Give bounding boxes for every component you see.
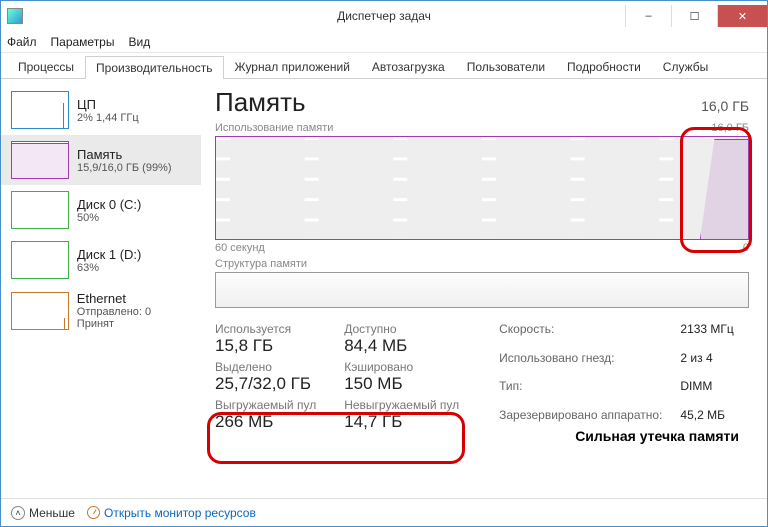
- sidebar-item-sub: 63%: [77, 262, 141, 274]
- memory-usage-chart[interactable]: [215, 136, 749, 240]
- taskmgr-window: Диспетчер задач – ☐ ✕ Файл Параметры Вид…: [0, 0, 768, 527]
- sidebar: ЦП 2% 1,44 ГГц Память 15,9/16,0 ГБ (99%)…: [1, 79, 201, 498]
- stat-used-label: Используется: [215, 322, 316, 336]
- stat-used-value: 15,8 ГБ: [215, 336, 316, 356]
- sidebar-item-label: Диск 0 (C:): [77, 197, 141, 212]
- stat-paged-label: Выгружаемый пул: [215, 398, 316, 412]
- app-icon: [7, 8, 23, 24]
- sidebar-item-label: ЦП: [77, 97, 139, 112]
- info-speed-value: 2133 МГц: [680, 322, 733, 347]
- chart-grid: [216, 137, 748, 239]
- fewer-details-button[interactable]: ˄ Меньше: [11, 506, 75, 520]
- disk-thumb-icon: [11, 191, 69, 229]
- tabs: Процессы Производительность Журнал прило…: [1, 53, 767, 79]
- tab-users[interactable]: Пользователи: [456, 55, 556, 78]
- minimize-button[interactable]: –: [625, 5, 671, 27]
- tab-processes[interactable]: Процессы: [7, 55, 85, 78]
- info-speed-label: Скорость:: [499, 322, 662, 347]
- stat-commit-value: 25,7/32,0 ГБ: [215, 374, 316, 394]
- usage-chart-label: Использование памяти: [215, 122, 333, 134]
- usage-chart-max: 16,0 ГБ: [711, 122, 749, 134]
- stat-avail-label: Доступно: [344, 322, 459, 336]
- sidebar-item-disk1[interactable]: Диск 1 (D:) 63%: [1, 235, 201, 285]
- menu-file[interactable]: Файл: [7, 35, 37, 49]
- maximize-button[interactable]: ☐: [671, 5, 717, 27]
- sidebar-item-sub: 15,9/16,0 ГБ (99%): [77, 162, 172, 174]
- sidebar-item-label: Память: [77, 147, 172, 162]
- struct-label: Структура памяти: [215, 258, 749, 270]
- info-type-value: DIMM: [680, 379, 733, 404]
- sidebar-item-ethernet[interactable]: Ethernet Отправлено: 0 Принят: [1, 285, 201, 336]
- disk-thumb-icon: [11, 241, 69, 279]
- chart-timespan: 60 секунд: [215, 242, 265, 254]
- tab-startup[interactable]: Автозагрузка: [361, 55, 456, 78]
- resource-monitor-label: Открыть монитор ресурсов: [104, 506, 256, 520]
- sidebar-item-disk0[interactable]: Диск 0 (C:) 50%: [1, 185, 201, 235]
- tab-performance[interactable]: Производительность: [85, 56, 223, 79]
- sidebar-item-sub: 50%: [77, 212, 141, 224]
- info-slots-value: 2 из 4: [680, 351, 733, 376]
- menu-options[interactable]: Параметры: [51, 35, 115, 49]
- memory-composition-chart[interactable]: [215, 272, 749, 308]
- sidebar-item-label: Ethernet: [77, 291, 191, 306]
- stats-block: Используется15,8 ГБ Доступно84,4 МБ Выде…: [215, 322, 749, 432]
- main-panel: Память 16,0 ГБ Использование памяти 16,0…: [201, 79, 767, 498]
- annotation-text: Сильная утечка памяти: [575, 428, 739, 444]
- memory-thumb-icon: [11, 141, 69, 179]
- ethernet-thumb-icon: [11, 292, 69, 330]
- stat-commit-label: Выделено: [215, 360, 316, 374]
- stat-avail-value: 84,4 МБ: [344, 336, 459, 356]
- tab-details[interactable]: Подробности: [556, 55, 652, 78]
- stat-cached-value: 150 МБ: [344, 374, 459, 394]
- sidebar-item-memory[interactable]: Память 15,9/16,0 ГБ (99%): [1, 135, 201, 185]
- info-type-label: Тип:: [499, 379, 662, 404]
- stat-paged-value: 266 МБ: [215, 412, 316, 432]
- content: ЦП 2% 1,44 ГГц Память 15,9/16,0 ГБ (99%)…: [1, 79, 767, 498]
- sidebar-item-sub: Отправлено: 0 Принят: [77, 306, 191, 330]
- stat-nonpaged-value: 14,7 ГБ: [344, 412, 459, 432]
- info-slots-label: Использовано гнезд:: [499, 351, 662, 376]
- menu-view[interactable]: Вид: [128, 35, 150, 49]
- tab-app-history[interactable]: Журнал приложений: [224, 55, 361, 78]
- window-title: Диспетчер задач: [337, 9, 431, 23]
- chart-timespan-end: 0: [743, 242, 749, 254]
- sidebar-item-label: Диск 1 (D:): [77, 247, 141, 262]
- close-button[interactable]: ✕: [717, 5, 767, 27]
- sidebar-item-cpu[interactable]: ЦП 2% 1,44 ГГц: [1, 85, 201, 135]
- chevron-up-icon: ˄: [11, 506, 25, 520]
- stat-cached-label: Кэшировано: [344, 360, 459, 374]
- page-title: Память: [215, 87, 306, 118]
- tab-services[interactable]: Службы: [652, 55, 719, 78]
- statusbar: ˄ Меньше Открыть монитор ресурсов: [1, 498, 767, 526]
- memory-total: 16,0 ГБ: [701, 98, 749, 114]
- resource-monitor-icon: [87, 506, 100, 519]
- fewer-details-label: Меньше: [29, 506, 75, 520]
- resource-monitor-link[interactable]: Открыть монитор ресурсов: [87, 506, 256, 520]
- menubar: Файл Параметры Вид: [1, 31, 767, 53]
- cpu-thumb-icon: [11, 91, 69, 129]
- sidebar-item-sub: 2% 1,44 ГГц: [77, 112, 139, 124]
- stat-nonpaged-label: Невыгружаемый пул: [344, 398, 459, 412]
- window-controls: – ☐ ✕: [625, 5, 767, 27]
- titlebar[interactable]: Диспетчер задач – ☐ ✕: [1, 1, 767, 31]
